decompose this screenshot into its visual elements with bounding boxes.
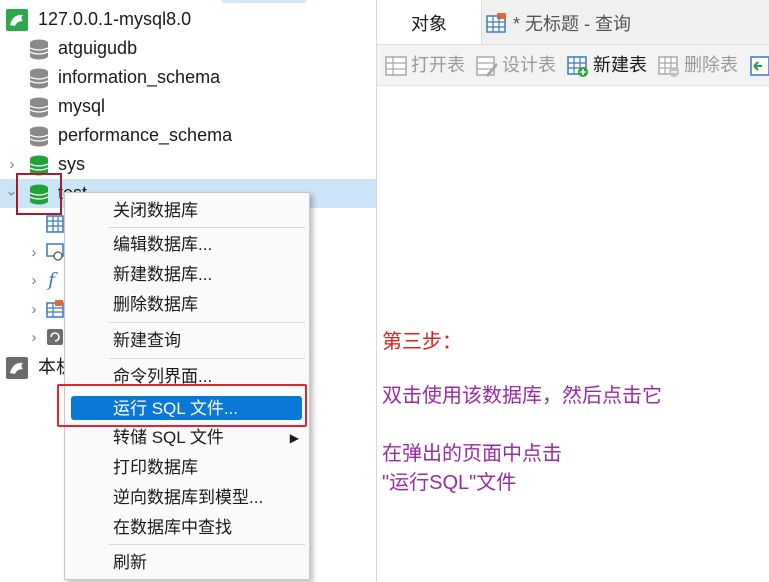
top-strip <box>222 0 306 3</box>
tab-bar: 对象 * 无标题 - 查询 <box>377 0 769 45</box>
design-table-icon <box>476 56 498 77</box>
import-table-icon[interactable] <box>750 55 769 77</box>
menu-item-label: 打印数据库 <box>113 458 198 477</box>
tree-item-information-schema[interactable]: information_schema <box>0 63 376 92</box>
tree-connection-row[interactable]: 127.0.0.1-mysql8.0 <box>0 5 376 34</box>
menu-item-print-database[interactable]: 打印数据库 <box>65 454 309 482</box>
local-connection-icon <box>6 357 28 379</box>
tab-query-label: * 无标题 - 查询 <box>513 14 632 34</box>
query-table-icon <box>486 13 506 33</box>
annotation-line-2: 在弹出的页面中点击 <box>382 443 562 465</box>
annotation-box-database-icon <box>16 173 62 215</box>
menu-item-find-in-database[interactable]: 在数据库中查找 <box>65 514 309 542</box>
tree-item-atguigudb[interactable]: atguigudb <box>0 34 376 63</box>
mysql-connection-icon <box>6 9 28 31</box>
annotation-line-1: 双击使用该数据库，然后点击它 <box>382 385 662 407</box>
new-table-icon <box>567 56 588 77</box>
menu-separator <box>109 322 305 323</box>
menu-item-refresh[interactable]: 刷新 <box>65 549 309 577</box>
menu-item-close-database[interactable]: 关闭数据库 <box>65 197 309 225</box>
new-table-button[interactable]: 新建表 <box>567 45 655 85</box>
database-name: mysql <box>58 96 106 116</box>
menu-separator <box>109 544 305 545</box>
database-name: information_schema <box>58 67 221 87</box>
toolbar: 打开表 设计表 新建表 删除表 <box>377 45 769 86</box>
open-table-label: 打开表 <box>411 55 465 75</box>
database-name: atguigudb <box>58 38 138 58</box>
table-icon <box>46 215 64 233</box>
chevron-right-icon[interactable]: › <box>27 238 41 267</box>
menu-item-label: 新建查询 <box>113 331 181 350</box>
tree-item-mysql[interactable]: mysql <box>0 92 376 121</box>
database-icon <box>29 68 49 89</box>
menu-item-reverse-to-model[interactable]: 逆向数据库到模型... <box>65 484 309 512</box>
menu-item-label: 逆向数据库到模型... <box>113 488 264 507</box>
calendar-table-icon <box>46 300 64 318</box>
main-pane: 对象 * 无标题 - 查询 打开表 设计表 新建表 删除表 第三步： 双击使用该… <box>376 0 769 582</box>
delete-table-label: 删除表 <box>684 55 738 75</box>
menu-separator <box>109 227 305 228</box>
annotation-box-run-sql <box>57 384 307 427</box>
menu-item-label: 刷新 <box>113 553 147 572</box>
tab-objects[interactable]: 对象 <box>377 0 482 44</box>
menu-item-label: 编辑数据库... <box>113 235 213 254</box>
tree-item-performance-schema[interactable]: performance_schema <box>0 121 376 150</box>
submenu-arrow-icon: ▶ <box>289 431 299 445</box>
view-icon <box>46 243 64 261</box>
open-table-icon <box>385 56 407 76</box>
new-table-label: 新建表 <box>593 55 647 75</box>
chevron-right-icon[interactable]: › <box>27 266 41 295</box>
delete-table-icon <box>658 56 679 77</box>
menu-item-delete-database[interactable]: 删除数据库 <box>65 291 309 319</box>
menu-item-label: 删除数据库 <box>113 295 198 314</box>
menu-item-label: 在数据库中查找 <box>113 518 232 537</box>
database-icon <box>29 126 49 147</box>
menu-separator <box>109 358 305 359</box>
menu-item-new-database[interactable]: 新建数据库... <box>65 261 309 289</box>
menu-item-edit-database[interactable]: 编辑数据库... <box>65 231 309 259</box>
chevron-right-icon[interactable]: › <box>27 323 41 352</box>
connection-name: 127.0.0.1-mysql8.0 <box>38 9 192 29</box>
annotation-line-3: "运行SQL"文件 <box>382 472 517 494</box>
chevron-right-icon[interactable]: › <box>27 295 41 324</box>
menu-item-label: 新建数据库... <box>113 265 213 284</box>
annotation-step: 第三步： <box>382 331 462 353</box>
database-icon <box>29 97 49 118</box>
menu-item-label: 关闭数据库 <box>113 201 198 220</box>
menu-item-dump-sql-file[interactable]: 转储 SQL 文件 ▶ <box>65 424 309 452</box>
menu-item-label: 转储 SQL 文件 <box>113 428 224 447</box>
design-table-button[interactable]: 设计表 <box>476 45 562 85</box>
refresh-query-icon <box>47 329 63 345</box>
database-icon <box>29 39 49 60</box>
delete-table-button[interactable]: 删除表 <box>658 45 746 85</box>
database-name: sys <box>58 154 85 174</box>
database-name: performance_schema <box>58 125 233 145</box>
open-table-button[interactable]: 打开表 <box>385 45 473 85</box>
function-icon: f <box>48 269 56 291</box>
design-table-label: 设计表 <box>502 55 556 75</box>
menu-item-new-query[interactable]: 新建查询 <box>65 327 309 355</box>
